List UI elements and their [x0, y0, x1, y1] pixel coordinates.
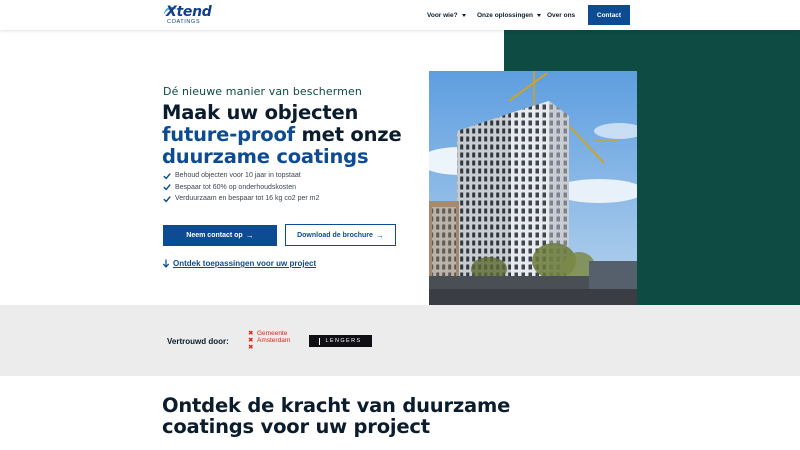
section-title-line-2: coatings voor uw project: [162, 415, 430, 438]
logo-wordmark: Xtend: [166, 4, 212, 20]
chevron-down-icon: [536, 13, 541, 17]
button-label: Download de brochure: [297, 231, 373, 239]
benefit-text: Verduurzaam en bespaar tot 16 kg co2 per…: [175, 195, 320, 202]
site-header: Xtend COATINGS Voor wie? Onze oplossinge…: [0, 0, 800, 30]
chevron-down-icon: [461, 13, 466, 17]
link-label: Ontdek toepassingen voor uw project: [173, 259, 317, 268]
building-photo: [429, 71, 637, 305]
check-icon: [163, 184, 171, 191]
amsterdam-logo-text: Gemeente Amsterdam: [257, 330, 290, 344]
benefit-text: Behoud objecten voor 10 jaar in topstaat: [175, 172, 301, 179]
button-label: Neem contact op: [186, 232, 243, 239]
amsterdam-crosses-icon: ✖ ✖ ✖: [248, 330, 254, 351]
section-title: Ontdek de kracht van duurzame coatings v…: [162, 395, 510, 437]
contact-cta-button[interactable]: Neem contact op →: [163, 225, 277, 246]
arrow-right-icon: →: [375, 230, 384, 240]
nav-item-over-ons[interactable]: Over ons: [547, 0, 575, 30]
list-item: Verduurzaam en bespaar tot 16 kg co2 per…: [163, 193, 319, 205]
hero-headline: Maak uw objecten future-proof met onze d…: [162, 101, 402, 168]
xtend-logo[interactable]: Xtend COATINGS: [162, 4, 212, 25]
amsterdam-line-2: Amsterdam: [257, 337, 291, 344]
nav-item-onze-oplossingen[interactable]: Onze oplossingen: [477, 0, 541, 30]
lengers-logo-text: LENGERS: [325, 338, 362, 344]
check-icon: [163, 195, 171, 203]
arrow-right-icon: →: [245, 231, 254, 240]
list-item: Behoud objecten voor 10 jaar in topstaat: [163, 170, 319, 182]
amsterdam-line-1: Gemeente: [257, 330, 288, 337]
lengers-logo: LENGERS: [309, 335, 372, 347]
trusted-label: Vertrouwd door:: [167, 337, 229, 346]
logo-subtitle: COATINGS: [167, 19, 201, 25]
headline-highlight-2: duurzame coatings: [162, 145, 369, 168]
nav-item-voor-wie[interactable]: Voor wie?: [427, 0, 466, 30]
explore-applications-link[interactable]: Ontdek toepassingen voor uw project: [162, 259, 316, 268]
lengers-mark-icon: [319, 337, 322, 345]
section-title-line-1: Ontdek de kracht van duurzame: [162, 394, 511, 417]
arrow-down-icon: [162, 259, 170, 268]
check-icon: [163, 172, 171, 180]
nav-item-label: Onze oplossingen: [477, 11, 533, 19]
gemeente-amsterdam-logo: ✖ ✖ ✖ Gemeente Amsterdam: [248, 330, 302, 352]
contact-button[interactable]: Contact: [588, 5, 630, 25]
nav-item-label: Over ons: [547, 11, 576, 19]
headline-line-2: met onze: [294, 123, 402, 146]
benefits-list: Behoud objecten voor 10 jaar in topstaat…: [163, 170, 319, 205]
download-brochure-button[interactable]: Download de brochure →: [285, 224, 396, 246]
building-photo-icon: [429, 71, 637, 305]
headline-highlight-1: future-proof: [162, 123, 295, 146]
trusted-by-band: Vertrouwd door: ✖ ✖ ✖ Gemeente Amsterdam L…: [0, 305, 800, 376]
benefit-text: Bespaar tot 60% op onderhoudskosten: [175, 183, 297, 191]
nav-item-label: Voor wie?: [427, 11, 458, 19]
headline-line-1: Maak uw objecten: [162, 101, 359, 124]
hero-eyebrow: Dé nieuwe manier van beschermen: [163, 85, 362, 98]
list-item: Bespaar tot 60% op onderhoudskosten: [163, 182, 319, 194]
